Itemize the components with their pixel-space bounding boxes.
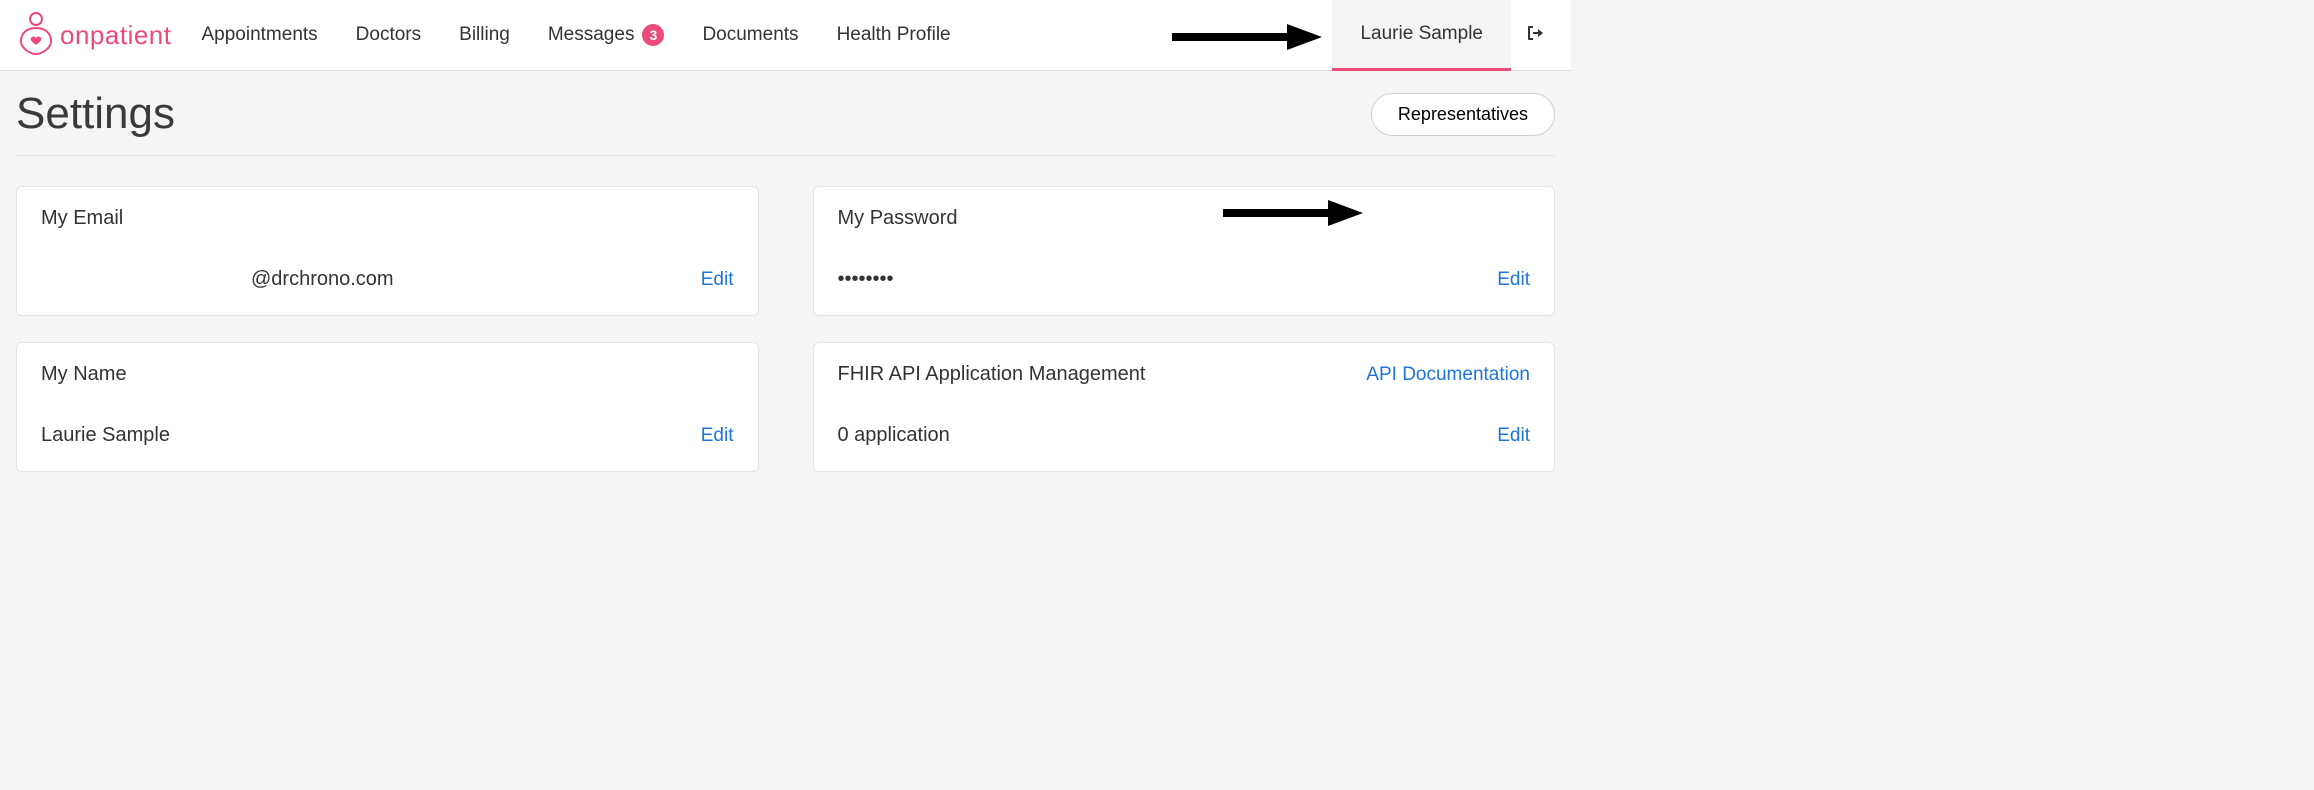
nav-messages[interactable]: Messages 3 (548, 24, 665, 46)
api-documentation-link[interactable]: API Documentation (1366, 364, 1530, 386)
card-password: My Password •••••••• Edit (813, 186, 1556, 316)
card-email-value: @drchrono.com (41, 268, 394, 291)
card-name: My Name Laurie Sample Edit (16, 342, 759, 472)
nav-doctors[interactable]: Doctors (356, 24, 421, 46)
edit-name-link[interactable]: Edit (701, 425, 734, 447)
card-name-value: Laurie Sample (41, 424, 170, 447)
main-nav: Appointments Doctors Billing Messages 3 … (201, 24, 1332, 46)
card-fhir-value: 0 application (838, 424, 950, 447)
card-password-title: My Password (838, 207, 958, 230)
settings-cards: My Email @drchrono.com Edit My Password … (16, 186, 1555, 472)
edit-password-link[interactable]: Edit (1497, 269, 1530, 291)
brand-logo[interactable]: onpatient (18, 11, 171, 60)
nav-billing[interactable]: Billing (459, 24, 510, 46)
user-area: Laurie Sample (1332, 0, 1559, 71)
edit-email-link[interactable]: Edit (701, 269, 734, 291)
settings-page: Settings Representatives My Email @drchr… (0, 71, 1571, 512)
card-name-title: My Name (41, 363, 127, 386)
card-fhir-title: FHIR API Application Management (838, 363, 1146, 386)
logout-icon (1525, 23, 1545, 48)
messages-badge: 3 (642, 24, 664, 46)
page-header: Settings Representatives (16, 89, 1555, 156)
user-name-label: Laurie Sample (1360, 23, 1483, 45)
brand-name: onpatient (60, 20, 171, 51)
edit-fhir-link[interactable]: Edit (1497, 425, 1530, 447)
heart-person-icon (18, 11, 54, 60)
nav-appointments[interactable]: Appointments (201, 24, 317, 46)
card-email: My Email @drchrono.com Edit (16, 186, 759, 316)
card-fhir: FHIR API Application Management API Docu… (813, 342, 1556, 472)
card-email-title: My Email (41, 207, 123, 230)
page-title: Settings (16, 89, 175, 139)
nav-documents[interactable]: Documents (702, 24, 798, 46)
nav-messages-label: Messages (548, 24, 635, 46)
user-menu[interactable]: Laurie Sample (1332, 0, 1511, 71)
representatives-button[interactable]: Representatives (1371, 93, 1555, 136)
logout-button[interactable] (1511, 0, 1559, 71)
nav-health-profile[interactable]: Health Profile (837, 24, 951, 46)
card-password-value: •••••••• (838, 268, 894, 291)
top-nav: onpatient Appointments Doctors Billing M… (0, 0, 1571, 71)
